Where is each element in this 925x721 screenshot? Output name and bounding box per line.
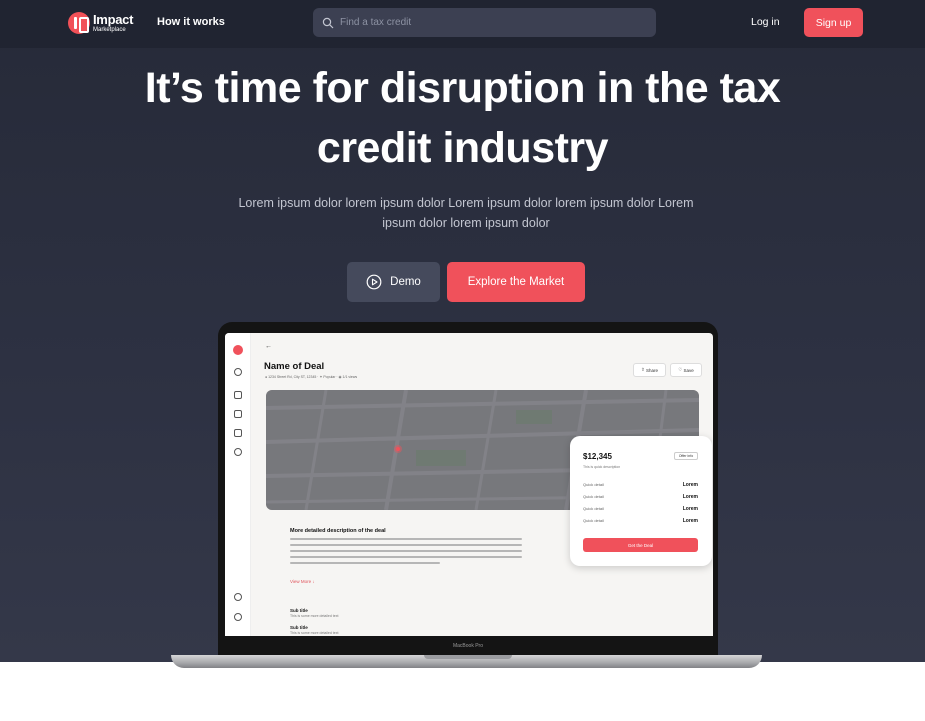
map-pin-icon bbox=[394, 445, 402, 453]
hero-subtitle: Lorem ipsum dolor lorem ipsum dolor Lore… bbox=[238, 196, 694, 230]
search-bar[interactable] bbox=[313, 8, 656, 37]
home-icon bbox=[234, 391, 242, 399]
subtitle-text: This is some more detailed text bbox=[290, 614, 339, 618]
gear-icon bbox=[234, 613, 242, 621]
brand-sub: Marketplace bbox=[93, 27, 126, 33]
logo-mark-icon bbox=[68, 12, 90, 34]
get-deal-button: Get the Deal bbox=[583, 538, 698, 552]
back-arrow-icon: ← bbox=[265, 343, 272, 350]
description-text-line bbox=[290, 538, 522, 540]
save-button: ♡ Save bbox=[670, 363, 702, 377]
explore-market-button[interactable]: Explore the Market bbox=[447, 262, 585, 302]
play-icon bbox=[366, 274, 382, 290]
deal-price-card: $12,345 This is quick description Offer … bbox=[570, 436, 712, 566]
app-sidebar bbox=[225, 333, 251, 636]
subtitle-title: Sub title bbox=[290, 608, 308, 613]
description-text-line bbox=[290, 556, 522, 558]
upload-icon bbox=[234, 410, 242, 418]
quick-detail-label: Quick detail bbox=[583, 506, 604, 511]
quick-detail-row: Quick detail Lorem bbox=[583, 482, 698, 488]
quick-detail-row: Quick detail Lorem bbox=[583, 506, 698, 512]
laptop-notch bbox=[424, 655, 512, 659]
clipboard-icon bbox=[234, 429, 242, 437]
deal-price: $12,345 bbox=[583, 452, 612, 461]
brand-logo[interactable]: Impact Marketplace bbox=[68, 11, 138, 35]
how-it-works-link[interactable]: How it works bbox=[157, 16, 225, 28]
headline-line-1: It’s time for disruption in the tax bbox=[144, 64, 781, 112]
description-text-line bbox=[290, 562, 440, 564]
headline-line-2: credit industry bbox=[316, 124, 609, 172]
clock-icon bbox=[234, 448, 242, 456]
deal-meta: ● 1234 Street Rd, City ST, 12345 · ✦ Pop… bbox=[265, 375, 358, 379]
quick-detail-row: Quick detail Lorem bbox=[583, 494, 698, 500]
save-label: Save bbox=[683, 367, 694, 373]
top-nav: Impact Marketplace How it works Log in S… bbox=[0, 0, 925, 48]
subtitle-row: Sub title This is some more detailed tex… bbox=[290, 608, 338, 618]
demo-label: Demo bbox=[390, 276, 421, 288]
search-icon bbox=[322, 17, 334, 28]
view-more-link: View More ↓ bbox=[290, 579, 315, 584]
quick-detail-value: Lorem bbox=[682, 494, 698, 500]
demo-button[interactable]: Demo bbox=[347, 262, 440, 302]
page-headline: It’s time for disruption in the tax cred… bbox=[120, 58, 805, 178]
at-icon bbox=[234, 593, 242, 601]
app-logo-icon bbox=[233, 345, 243, 355]
signup-button[interactable]: Sign up bbox=[804, 8, 863, 37]
price-description: This is quick description bbox=[583, 465, 621, 469]
quick-detail-label: Quick detail bbox=[583, 482, 604, 487]
quick-detail-label: Quick detail bbox=[583, 518, 604, 523]
subtitle-text: This is some more detailed text bbox=[290, 631, 339, 635]
quick-detail-value: Lorem bbox=[682, 482, 698, 488]
login-link[interactable]: Log in bbox=[751, 16, 780, 28]
laptop-screen: ← Name of Deal ● 1234 Street Rd, City ST… bbox=[225, 333, 713, 636]
search-icon bbox=[234, 368, 242, 376]
hero-section: Impact Marketplace How it works Log in S… bbox=[0, 0, 925, 662]
offer-info-chip: Offer info bbox=[674, 452, 698, 460]
deal-title: Name of Deal bbox=[264, 361, 325, 372]
quick-detail-value: Lorem bbox=[682, 506, 698, 512]
description-title: More detailed description of the deal bbox=[290, 528, 386, 534]
app-main: ← Name of Deal ● 1234 Street Rd, City ST… bbox=[251, 333, 713, 636]
search-input[interactable] bbox=[340, 17, 640, 28]
share-button: ⇧ Share bbox=[633, 363, 666, 377]
quick-detail-label: Quick detail bbox=[583, 494, 604, 499]
brand-wordmark: Impact Marketplace bbox=[93, 13, 133, 33]
brand-name: Impact bbox=[93, 12, 134, 27]
quick-detail-value: Lorem bbox=[682, 518, 698, 524]
quick-detail-row: Quick detail Lorem bbox=[583, 518, 698, 524]
description-text-line bbox=[290, 550, 522, 552]
share-label: Share bbox=[646, 367, 659, 373]
subtitle-row: Sub title This is some more detailed tex… bbox=[290, 625, 338, 635]
subtitle-title: Sub title bbox=[290, 625, 308, 630]
device-label: MacBook Pro bbox=[452, 643, 483, 649]
description-text-line bbox=[290, 544, 522, 546]
